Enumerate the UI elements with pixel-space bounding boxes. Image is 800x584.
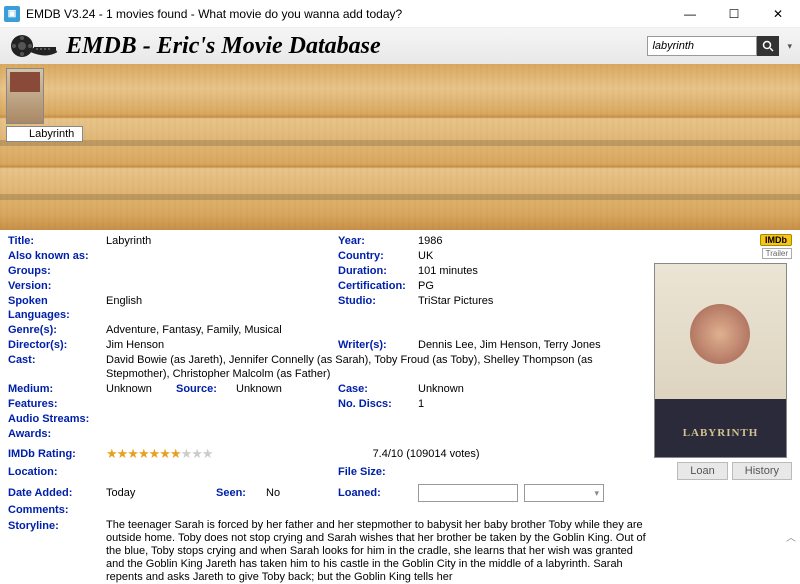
loan-button[interactable]: Loan <box>677 462 727 480</box>
app-title: EMDB - Eric's Movie Database <box>66 33 647 60</box>
close-button[interactable]: ✕ <box>756 0 800 27</box>
label-certification: Certification: <box>338 279 418 293</box>
value-title: Labyrinth <box>106 234 151 248</box>
label-seen: Seen: <box>216 486 266 500</box>
value-studio: TriStar Pictures <box>418 294 493 308</box>
search-options-dropdown[interactable]: ▾ <box>787 41 792 52</box>
loaned-select[interactable] <box>524 484 604 502</box>
details-panel: Title:Labyrinth Also known as: Groups: V… <box>0 230 800 548</box>
value-spoken: English <box>106 294 142 322</box>
value-source: Unknown <box>236 382 282 396</box>
value-certification: PG <box>418 279 434 293</box>
label-source: Source: <box>176 382 236 396</box>
label-groups: Groups: <box>8 264 106 278</box>
window-title: EMDB V3.24 - 1 movies found - What movie… <box>26 7 668 21</box>
value-discs: 1 <box>418 397 424 411</box>
label-title: Title: <box>8 234 106 248</box>
label-storyline: Storyline: <box>8 519 106 584</box>
label-studio: Studio: <box>338 294 418 308</box>
star-rating: ★★★★★★★★★★ <box>106 447 213 461</box>
movie-shelf: Labyrinth <box>0 64 800 230</box>
label-filesize: File Size: <box>338 465 418 479</box>
label-version: Version: <box>8 279 106 293</box>
minimize-button[interactable]: — <box>668 0 712 27</box>
label-spoken: Spoken Languages: <box>8 294 106 322</box>
label-loaned: Loaned: <box>338 486 418 500</box>
label-cast: Cast: <box>8 353 106 381</box>
label-audio: Audio Streams: <box>8 412 106 426</box>
label-features: Features: <box>8 397 106 411</box>
label-imdb-rating: IMDb Rating: <box>8 447 106 461</box>
value-rating: 7.4/10 (109014 votes) <box>373 447 480 461</box>
movie-thumbnail-label[interactable]: Labyrinth <box>6 126 83 142</box>
label-duration: Duration: <box>338 264 418 278</box>
label-directors: Director(s): <box>8 338 106 352</box>
film-reel-icon <box>8 32 58 60</box>
movie-poster[interactable] <box>654 263 787 458</box>
value-cast: David Bowie (as Jareth), Jennifer Connel… <box>106 353 646 381</box>
label-comments: Comments: <box>8 503 106 517</box>
value-country: UK <box>418 249 433 263</box>
value-seen: No <box>266 486 280 500</box>
label-date-added: Date Added: <box>8 486 106 500</box>
label-aka: Also known as: <box>8 249 106 263</box>
label-case: Case: <box>338 382 418 396</box>
search-icon <box>762 40 774 52</box>
value-year: 1986 <box>418 234 442 248</box>
label-year: Year: <box>338 234 418 248</box>
value-genres: Adventure, Fantasy, Family, Musical <box>106 323 282 337</box>
value-storyline: The teenager Sarah is forced by her fath… <box>106 519 646 584</box>
scroll-up-icon[interactable]: ︿ <box>786 529 796 544</box>
app-header: EMDB - Eric's Movie Database ▾ <box>0 28 800 64</box>
label-location: Location: <box>8 465 106 479</box>
value-directors: Jim Henson <box>106 338 164 352</box>
value-date-added: Today <box>106 486 216 500</box>
value-duration: 101 minutes <box>418 264 478 278</box>
history-button[interactable]: History <box>732 462 792 480</box>
imdb-badge[interactable]: IMDb <box>760 234 792 246</box>
maximize-button[interactable]: ☐ <box>712 0 756 27</box>
label-genres: Genre(s): <box>8 323 106 337</box>
label-writers: Writer(s): <box>338 338 418 352</box>
window-titlebar: ▣ EMDB V3.24 - 1 movies found - What mov… <box>0 0 800 28</box>
label-country: Country: <box>338 249 418 263</box>
label-discs: No. Discs: <box>338 397 418 411</box>
loaned-to-input[interactable] <box>418 484 518 502</box>
value-medium: Unknown <box>106 382 176 396</box>
value-writers: Dennis Lee, Jim Henson, Terry Jones <box>418 338 601 352</box>
movie-thumbnail[interactable] <box>6 68 44 124</box>
value-case: Unknown <box>418 382 464 396</box>
search-button[interactable] <box>757 36 779 56</box>
trailer-badge[interactable]: Trailer <box>762 248 792 259</box>
label-medium: Medium: <box>8 382 106 396</box>
label-awards: Awards: <box>8 427 106 441</box>
search-input[interactable] <box>647 36 757 56</box>
app-icon: ▣ <box>4 6 20 22</box>
